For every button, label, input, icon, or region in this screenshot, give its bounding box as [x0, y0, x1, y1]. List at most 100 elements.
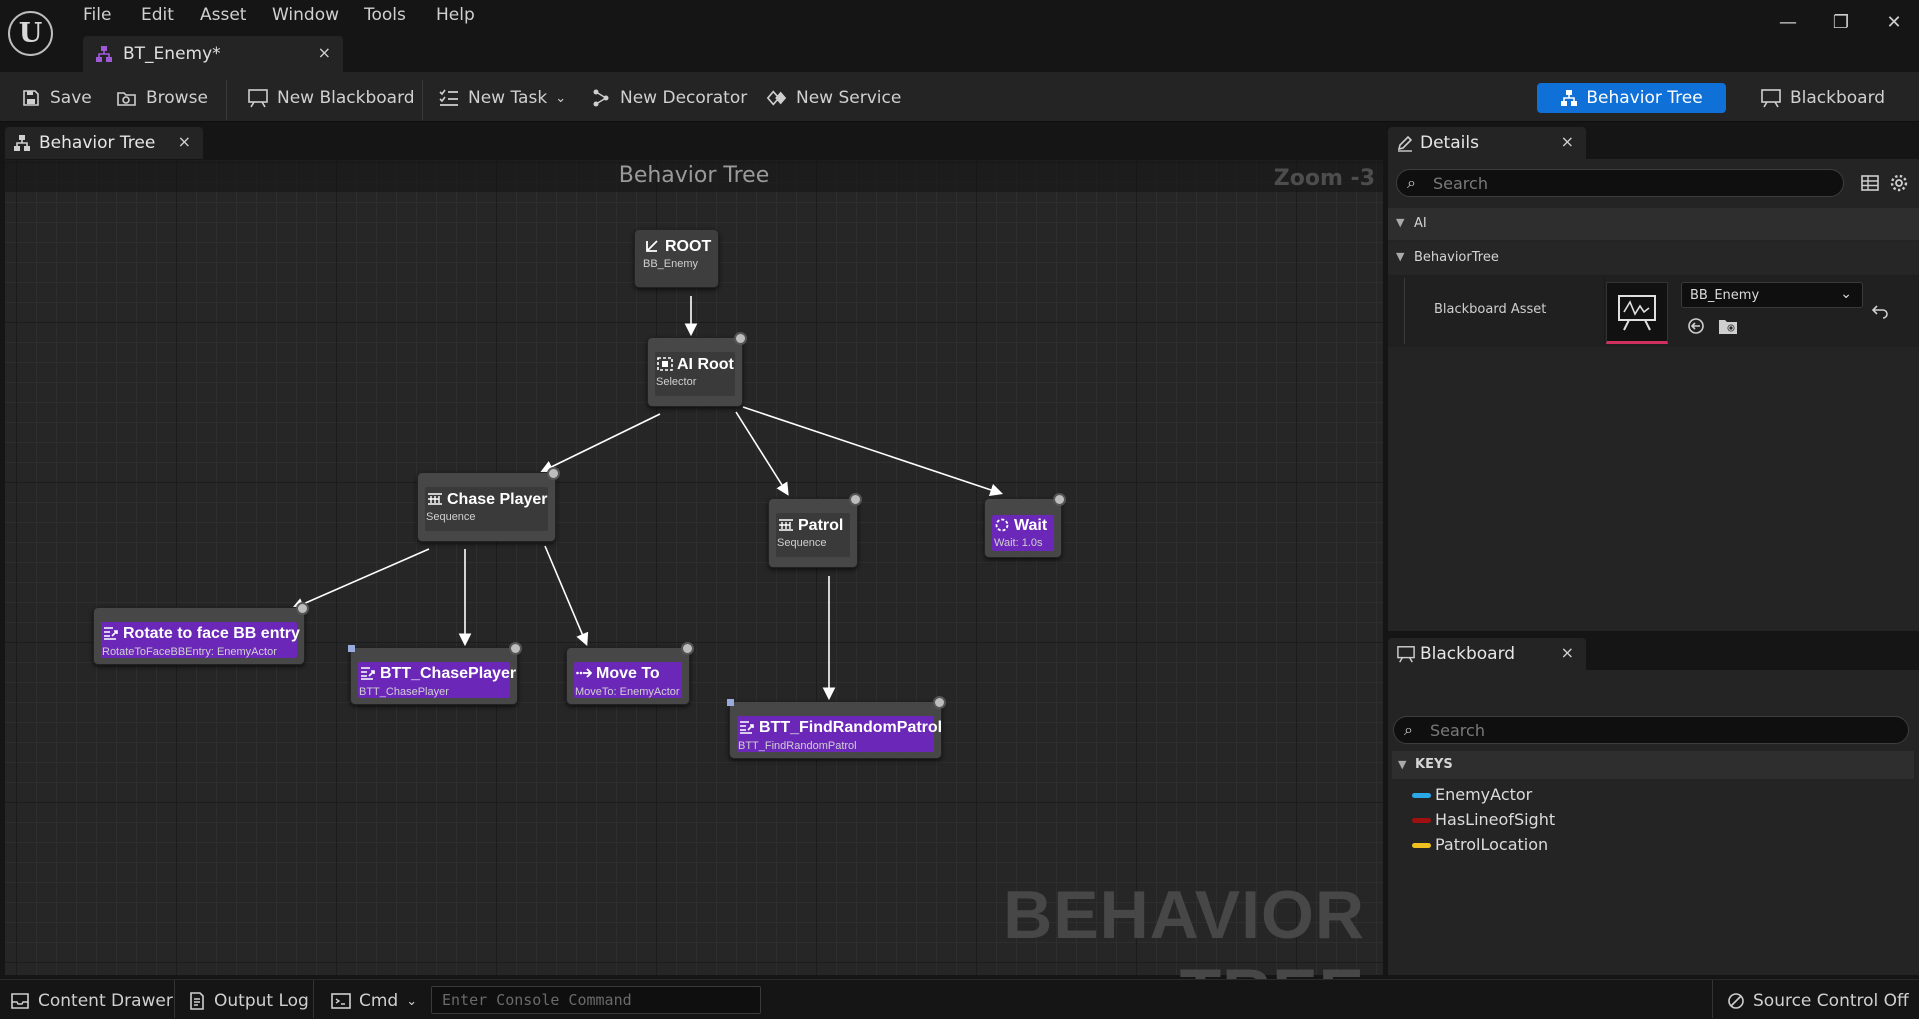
node-root-title: ROOT — [665, 238, 712, 255]
cmd-label: Cmd — [359, 991, 399, 1011]
node-btt-find-random-patrol[interactable]: BTT_FindRandomPatrol BTT_FindRandomPatro… — [727, 696, 946, 759]
node-chase-player-title: Chase Player — [447, 491, 548, 508]
menu-edit[interactable]: Edit — [141, 5, 174, 31]
details-tab-close-icon[interactable]: × — [1561, 132, 1574, 151]
output-log-icon — [190, 992, 204, 1010]
key-name: PatrolLocation — [1435, 835, 1549, 854]
zoom-level: Zoom -3 — [1273, 166, 1375, 191]
chevron-down-icon: ⌄ — [555, 90, 567, 106]
node-wait-subtitle: Wait: 1.0s — [994, 537, 1043, 549]
restore-button[interactable]: ❐ — [1823, 8, 1859, 36]
blackboard-asset-combo[interactable]: BB_Enemy ⌄ — [1681, 282, 1863, 308]
new-task-button[interactable]: New Task ⌄ — [438, 84, 566, 112]
node-pin-icon — [296, 602, 309, 615]
output-log-button[interactable]: Output Log — [188, 988, 309, 1014]
blackboard-mode-button[interactable]: Blackboard — [1760, 84, 1885, 112]
behavior-tree-mode-button[interactable]: Behavior Tree — [1537, 83, 1726, 113]
status-divider — [313, 980, 314, 1018]
node-patrol[interactable]: Patrol Sequence — [768, 493, 862, 568]
decorator-icon — [590, 88, 612, 108]
behavior-tree-icon — [96, 46, 112, 62]
document-tab-label: BT_Enemy* — [123, 44, 221, 64]
node-btt-chase-subtitle: BTT_ChasePlayer — [359, 686, 449, 698]
key-name: HasLineofSight — [1435, 810, 1556, 829]
node-move-to[interactable]: Move To MoveTo: EnemyActor — [566, 642, 694, 705]
document-tab[interactable]: BT_Enemy* × — [83, 36, 343, 72]
content-drawer-label: Content Drawer — [38, 991, 173, 1011]
table-view-icon[interactable] — [1860, 173, 1880, 193]
property-divider — [1604, 278, 1605, 344]
blackboard-tab-label: Blackboard — [1420, 644, 1516, 664]
behavior-tree-icon — [1561, 90, 1578, 106]
gear-icon[interactable] — [1889, 173, 1909, 193]
service-icon — [766, 88, 788, 108]
category-ai-label: AI — [1414, 216, 1427, 231]
new-blackboard-button[interactable]: New Blackboard — [247, 84, 415, 112]
node-rotate-subtitle: RotateToFaceBBEntry: EnemyActor — [102, 646, 277, 658]
graph-tab-row — [0, 122, 1388, 160]
node-rotate-to-face[interactable]: Rotate to face BB entry RotateToFaceBBEn… — [93, 602, 309, 665]
node-ai-root[interactable]: AI Root Selector — [647, 332, 747, 407]
close-window-button[interactable]: ✕ — [1876, 8, 1912, 36]
new-service-button[interactable]: New Service — [766, 84, 901, 112]
blackboard-icon — [1761, 89, 1781, 108]
search-icon: ⌕ — [1404, 720, 1413, 739]
node-chase-player-subtitle: Sequence — [426, 511, 476, 523]
tab-behavior-tree[interactable]: Behavior Tree × — [5, 127, 203, 159]
node-move-to-subtitle: MoveTo: EnemyActor — [575, 686, 680, 698]
menu-asset[interactable]: Asset — [200, 5, 246, 31]
content-drawer-button[interactable]: Content Drawer — [10, 988, 173, 1014]
blackboard-search-placeholder: Search — [1430, 721, 1485, 740]
key-name: EnemyActor — [1435, 785, 1533, 804]
details-search-input[interactable]: ⌕ Search — [1396, 169, 1844, 197]
node-btt-chase-player[interactable]: BTT_ChasePlayer BTT_ChasePlayer — [348, 642, 522, 705]
selector-icon — [657, 357, 673, 371]
unreal-logo-icon[interactable]: U — [8, 11, 53, 56]
menu-tools[interactable]: Tools — [364, 5, 406, 31]
blackboard-tab-close-icon[interactable]: × — [1561, 643, 1574, 662]
save-button[interactable]: Save — [20, 84, 92, 112]
tab-details[interactable]: Details × — [1388, 127, 1586, 159]
menu-help[interactable]: Help — [436, 5, 475, 31]
property-indent-line — [1404, 278, 1405, 344]
new-decorator-button[interactable]: New Decorator — [590, 84, 747, 112]
node-pin-icon — [849, 493, 862, 506]
node-rotate-title: Rotate to face BB entry — [123, 625, 300, 642]
node-ai-root-subtitle: Selector — [656, 376, 697, 388]
node-root[interactable]: ROOT BB_Enemy — [634, 229, 719, 288]
category-behavior-tree[interactable]: ▼ BehaviorTree — [1388, 242, 1919, 274]
status-divider — [1712, 980, 1713, 1018]
new-blackboard-label: New Blackboard — [277, 88, 415, 108]
minimize-button[interactable]: — — [1770, 8, 1806, 36]
source-control-button[interactable]: Source Control Off — [1727, 988, 1909, 1014]
menu-file[interactable]: File — [83, 5, 111, 31]
browse-folder-icon[interactable] — [1718, 316, 1740, 336]
graph-tab-close-icon[interactable]: × — [178, 132, 191, 151]
asset-thumbnail[interactable] — [1606, 282, 1668, 344]
node-pin-icon — [933, 696, 946, 709]
task-icon — [361, 667, 375, 680]
wait-icon — [995, 518, 1009, 532]
new-decorator-label: New Decorator — [620, 88, 748, 108]
blackboard-search-input[interactable]: ⌕ Search — [1393, 716, 1909, 744]
blueprint-marker-icon — [348, 645, 355, 652]
blueprint-marker-icon — [727, 699, 734, 706]
move-to-icon — [576, 668, 592, 678]
behavior-tree-icon — [14, 135, 30, 151]
key-type-swatch — [1412, 843, 1431, 848]
tab-blackboard[interactable]: Blackboard × — [1388, 638, 1586, 670]
node-chase-player[interactable]: Chase Player Sequence — [417, 467, 560, 542]
node-wait[interactable]: Wait Wait: 1.0s — [984, 493, 1066, 558]
sequence-icon — [428, 493, 442, 505]
document-tab-close-icon[interactable]: × — [318, 43, 331, 62]
console-command-input[interactable]: Enter Console Command — [431, 986, 761, 1014]
keys-header[interactable]: ▼ KEYS — [1392, 751, 1914, 779]
menu-window[interactable]: Window — [272, 5, 339, 31]
pencil-icon — [1397, 135, 1413, 152]
reset-arrow-icon[interactable] — [1871, 303, 1889, 319]
node-move-to-title: Move To — [596, 665, 660, 682]
category-ai[interactable]: ▼ AI — [1388, 208, 1919, 240]
browse-button[interactable]: Browse — [116, 84, 208, 112]
cmd-dropdown[interactable]: Cmd ⌄ — [331, 988, 417, 1014]
use-selected-icon[interactable] — [1686, 316, 1706, 336]
